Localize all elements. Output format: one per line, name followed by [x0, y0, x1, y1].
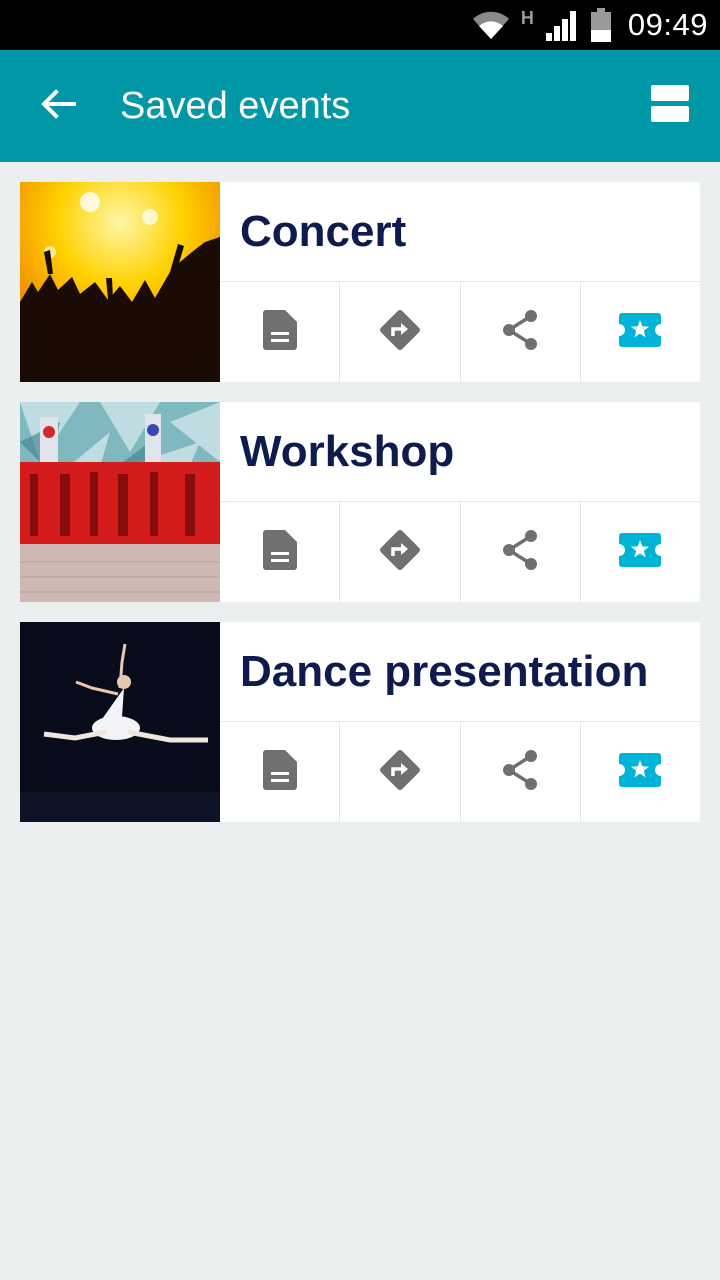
- view-toggle-button[interactable]: [650, 84, 690, 128]
- directions-icon: [379, 309, 421, 356]
- share-icon: [500, 749, 540, 796]
- ticket-star-icon: [619, 752, 662, 792]
- back-button[interactable]: [38, 86, 78, 126]
- directions-icon: [379, 749, 421, 796]
- directions-button[interactable]: [340, 282, 461, 382]
- view-agenda-icon: [651, 84, 689, 128]
- page-title: Saved events: [120, 84, 351, 127]
- saved-events-list: Concert Workshop Dance presentation: [0, 162, 720, 822]
- event-image-dance[interactable]: [20, 622, 220, 822]
- event-card[interactable]: Concert: [20, 182, 700, 382]
- document-icon: [262, 749, 297, 795]
- status-bar: H 09:49: [0, 0, 720, 50]
- network-type-label: H: [520, 8, 534, 28]
- share-button[interactable]: [461, 722, 581, 822]
- battery-icon: [590, 8, 612, 42]
- event-actions: [220, 502, 700, 602]
- event-card[interactable]: Dance presentation: [20, 622, 700, 822]
- directions-button[interactable]: [340, 722, 461, 822]
- event-actions: [220, 282, 700, 382]
- details-button[interactable]: [220, 722, 341, 822]
- status-clock: 09:49: [627, 7, 708, 42]
- event-card-body: Workshop: [220, 402, 700, 602]
- event-title[interactable]: Dance presentation: [220, 622, 700, 722]
- event-card-body: Dance presentation: [220, 622, 700, 822]
- app-bar: Saved events: [0, 50, 720, 162]
- event-title[interactable]: Workshop: [220, 402, 700, 502]
- directions-icon: [379, 529, 421, 576]
- share-button[interactable]: [461, 502, 581, 602]
- signal-icon: [544, 9, 580, 41]
- tickets-button[interactable]: [581, 502, 700, 602]
- ticket-star-icon: [619, 312, 662, 352]
- directions-button[interactable]: [340, 502, 461, 602]
- event-card[interactable]: Workshop: [20, 402, 700, 602]
- share-icon: [500, 529, 540, 576]
- details-button[interactable]: [220, 502, 341, 602]
- event-image-workshop[interactable]: [20, 402, 220, 602]
- document-icon: [262, 309, 297, 355]
- share-icon: [500, 309, 540, 356]
- tickets-button[interactable]: [581, 722, 700, 822]
- event-image-concert[interactable]: [20, 182, 220, 382]
- ticket-star-icon: [619, 532, 662, 572]
- event-title[interactable]: Concert: [220, 182, 700, 282]
- details-button[interactable]: [220, 282, 341, 382]
- arrow-left-icon: [40, 88, 76, 125]
- event-actions: [220, 722, 700, 822]
- tickets-button[interactable]: [581, 282, 700, 382]
- event-card-body: Concert: [220, 182, 700, 382]
- share-button[interactable]: [461, 282, 581, 382]
- document-icon: [262, 529, 297, 575]
- wifi-icon: [471, 9, 511, 41]
